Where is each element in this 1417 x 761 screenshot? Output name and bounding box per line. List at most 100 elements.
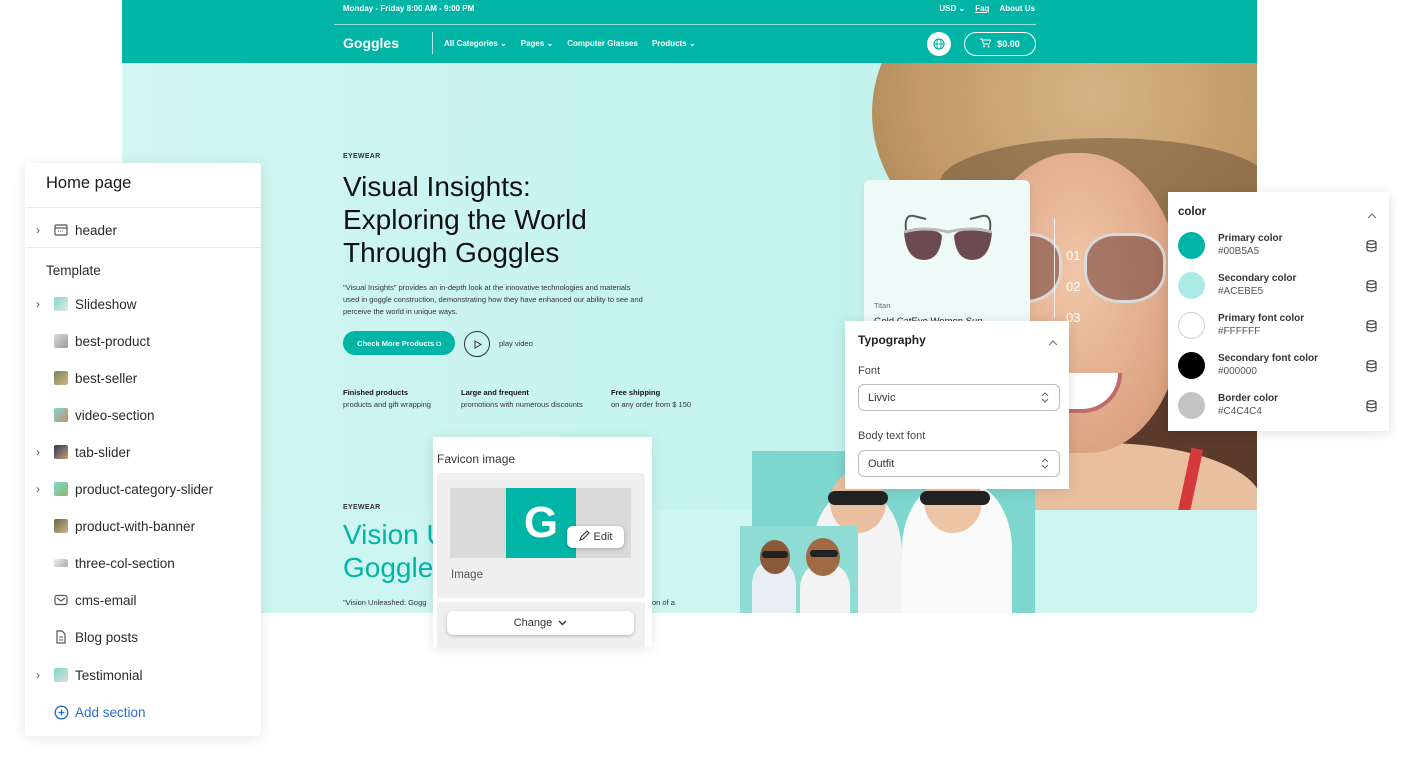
globe-icon[interactable] (927, 32, 951, 56)
section-thumbnail-icon (54, 445, 68, 459)
section-item-blog-posts[interactable]: Blog posts (25, 625, 261, 649)
edit-button[interactable]: Edit (567, 526, 624, 548)
bag-icon: ◘ (436, 338, 441, 348)
chevron-down-icon: ⌄ (958, 4, 966, 13)
about-link[interactable]: About Us (999, 4, 1035, 13)
database-icon[interactable] (1366, 399, 1377, 417)
store-hours: Monday - Friday 8:00 AM - 9:00 PM (343, 4, 475, 13)
layout-header-icon (47, 224, 75, 236)
change-button[interactable]: Change (447, 611, 634, 635)
body-font-select[interactable]: Outfit (858, 450, 1060, 477)
color-row-secondary-font[interactable]: Secondary font color #000000 (1177, 351, 1383, 381)
chevron-right-icon[interactable]: › (25, 297, 47, 311)
color-swatch[interactable] (1178, 232, 1205, 259)
color-hex: #C4C4C4 (1218, 406, 1262, 417)
currency-selector[interactable]: USD ⌄ (939, 4, 965, 13)
section-item-label: cms-email (75, 592, 137, 608)
color-swatch[interactable] (1178, 352, 1205, 379)
section-description: "Vision Unleashed: Gogg (343, 598, 427, 607)
chevron-right-icon[interactable]: › (25, 668, 47, 682)
faq-link[interactable]: Faq (975, 4, 989, 13)
section-item-cms-email[interactable]: cms-email (25, 588, 261, 612)
cart-icon (980, 38, 992, 50)
nav-pages[interactable]: Pages ⌄ (521, 39, 554, 48)
chevron-up-icon[interactable] (1048, 333, 1058, 351)
chevron-right-icon[interactable]: › (25, 223, 47, 237)
section-item-best-seller[interactable]: best-seller (25, 366, 261, 390)
color-row-primary[interactable]: Primary color #00B5A5 (1177, 231, 1383, 261)
color-name: Secondary font color (1218, 353, 1319, 364)
check-products-button[interactable]: Check More Products ◘ (343, 331, 455, 355)
database-icon[interactable] (1366, 279, 1377, 297)
database-icon[interactable] (1366, 319, 1377, 337)
color-name: Primary font color (1218, 313, 1305, 324)
add-section-button[interactable]: Add section (25, 700, 261, 724)
product-card[interactable]: Titan Gold CatEye Women Sun (864, 180, 1030, 330)
nav-divider (432, 32, 433, 54)
section-item-label: product-with-banner (75, 518, 196, 534)
color-name: Secondary color (1218, 273, 1297, 284)
color-swatch[interactable] (1178, 272, 1205, 299)
color-hex: #FFFFFF (1218, 326, 1261, 337)
section-thumbnail-icon (54, 408, 68, 422)
section-item-label: Testimonial (75, 667, 143, 683)
hero-eyebrow: EYEWEAR (343, 153, 381, 160)
product-brand: Titan (874, 301, 891, 310)
section-item-label: best-product (75, 333, 151, 349)
section-item-label: header (75, 222, 118, 238)
color-row-primary-font[interactable]: Primary font color #FFFFFF (1177, 311, 1383, 341)
nav-products[interactable]: Products ⌄ (652, 39, 696, 48)
section-item-slideshow[interactable]: › Slideshow (25, 292, 261, 316)
cart-button[interactable]: $0.00 (964, 32, 1036, 56)
section-item-best-product[interactable]: best-product (25, 329, 261, 353)
color-title: color (1178, 206, 1207, 218)
section-thumbnail-icon (54, 297, 68, 311)
top-links: USD ⌄ Faq About Us (939, 4, 1035, 13)
database-icon[interactable] (1366, 239, 1377, 257)
store-logo[interactable]: Goggles (343, 35, 399, 51)
nav-computer-glasses[interactable]: Computer Glasses (567, 39, 638, 48)
section-item-label: best-seller (75, 370, 138, 386)
updown-chevron-icon (1041, 457, 1049, 473)
store-preview: Monday - Friday 8:00 AM - 9:00 PM USD ⌄ … (122, 0, 1257, 613)
play-video-link[interactable]: play video (499, 339, 533, 348)
section-thumbnail-icon (54, 559, 68, 567)
color-row-secondary[interactable]: Secondary color #ACEBE5 (1177, 271, 1383, 301)
section-item-tab-slider[interactable]: › tab-slider (25, 440, 261, 464)
chevron-up-icon[interactable] (1367, 206, 1377, 224)
section-item-product-category-slider[interactable]: › product-category-slider (25, 477, 261, 501)
chevron-right-icon[interactable]: › (25, 482, 47, 496)
feature-item: Large and frequent promotions with numero… (461, 388, 583, 409)
play-icon[interactable] (464, 331, 490, 357)
nav-all-categories[interactable]: All Categories ⌄ (444, 39, 507, 48)
hero-title: Visual Insights: Exploring the World Thr… (343, 171, 587, 268)
section-item-label: video-section (75, 407, 155, 423)
color-row-border[interactable]: Border color #C4C4C4 (1177, 391, 1383, 421)
add-section-label: Add section (75, 704, 146, 720)
chevron-right-icon[interactable]: › (25, 445, 47, 459)
section-item-testimonial[interactable]: › Testimonial (25, 663, 261, 687)
document-icon (47, 630, 75, 644)
theme-sections-panel: Home page › header Template › Slideshow … (25, 163, 261, 736)
feature-item: Free shipping on any order from $ 150 (611, 388, 692, 409)
section-thumbnail-icon (54, 668, 68, 682)
chevron-down-icon (558, 617, 567, 629)
updown-chevron-icon (1041, 391, 1049, 407)
section-item-product-with-banner[interactable]: product-with-banner (25, 514, 261, 538)
color-swatch[interactable] (1178, 392, 1205, 419)
slide-number[interactable]: 01 (1066, 240, 1080, 271)
font-select[interactable]: Livvic (858, 384, 1060, 411)
section-item-label: product-category-slider (75, 481, 214, 497)
color-hex: #00B5A5 (1218, 246, 1260, 257)
slide-number[interactable]: 02 (1066, 271, 1080, 302)
color-swatch[interactable] (1178, 312, 1205, 339)
database-icon[interactable] (1366, 359, 1377, 377)
section-item-header[interactable]: › header (25, 218, 261, 242)
favicon-title: Favicon image (437, 452, 516, 466)
panel-title: Home page (46, 174, 132, 192)
section-item-video-section[interactable]: video-section (25, 403, 261, 427)
section-item-three-col-section[interactable]: three-col-section (25, 551, 261, 575)
section-thumbnail-icon (54, 371, 68, 385)
divider (25, 207, 261, 208)
template-heading: Template (46, 263, 101, 278)
